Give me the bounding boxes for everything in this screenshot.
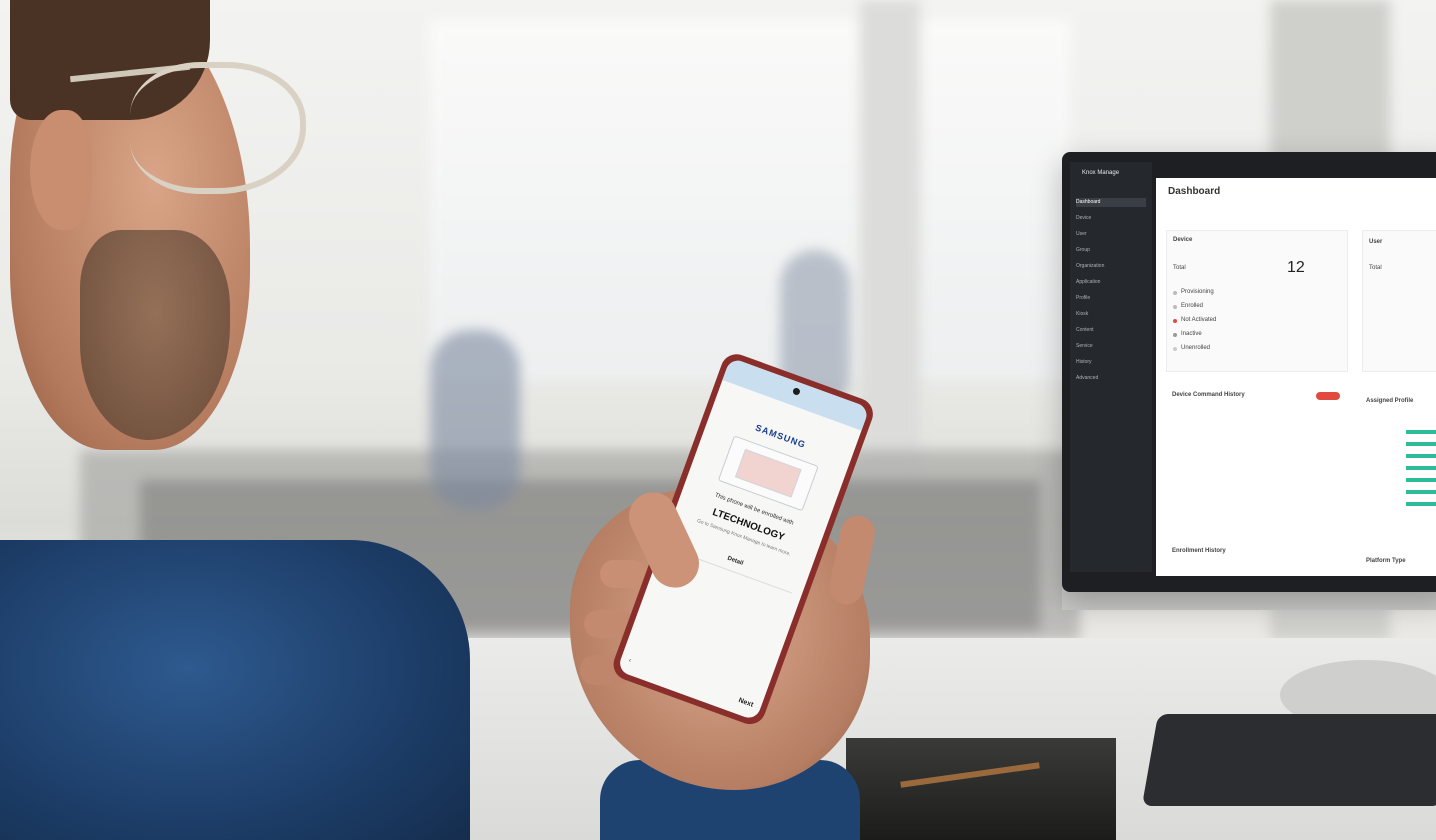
device-status: Inactive	[1181, 331, 1202, 337]
person-sweater	[0, 540, 470, 840]
device-total-label: Total	[1173, 265, 1186, 271]
profile-bar	[1406, 442, 1436, 446]
status-dot	[1173, 291, 1177, 295]
monitor-nav-item[interactable]: Service	[1076, 342, 1146, 351]
monitor-nav-item[interactable]: History	[1076, 358, 1146, 367]
profile-bar	[1406, 466, 1436, 470]
status-dot	[1173, 305, 1177, 309]
monitor-nav-item[interactable]: Device	[1076, 214, 1146, 223]
profile-bar	[1406, 490, 1436, 494]
back-button[interactable]: ‹	[628, 657, 633, 664]
device-status: Not Activated	[1181, 317, 1217, 323]
device-total-value: 12	[1287, 259, 1305, 276]
monitor-nav-item[interactable]: User	[1076, 230, 1146, 239]
profile-bar	[1406, 502, 1436, 506]
assigned-profile-title: Assigned Profile	[1366, 398, 1414, 404]
background-pillar	[860, 0, 920, 470]
device-section-title: Device	[1173, 237, 1193, 243]
profile-bar	[1406, 478, 1436, 482]
user-card: User Total	[1362, 230, 1436, 372]
laptop-icon	[734, 448, 802, 498]
background-window	[430, 20, 1070, 380]
monitor-nav-item[interactable]: Advanced	[1076, 374, 1146, 383]
phone-box	[846, 738, 1116, 840]
person-ear	[30, 110, 92, 230]
photo-scene: Knox Manage Dashboard Device User Group …	[0, 0, 1436, 840]
keyboard	[1141, 714, 1436, 806]
status-dot	[1173, 333, 1177, 337]
status-dot	[1173, 347, 1177, 351]
platform-type-title: Platform Type	[1366, 558, 1406, 564]
monitor-brand: Knox Manage	[1082, 170, 1120, 176]
dashboard-title: Dashboard	[1168, 186, 1221, 197]
monitor-nav-item[interactable]: Application	[1076, 278, 1146, 287]
device-status: Provisioning	[1181, 289, 1214, 295]
glasses	[130, 62, 306, 194]
monitor: Knox Manage Dashboard Device User Group …	[1062, 152, 1436, 592]
enrollment-history-title: Enrollment History	[1172, 548, 1226, 554]
monitor-nav-item[interactable]: Dashboard	[1076, 198, 1146, 207]
monitor-nav-item[interactable]: Organization	[1076, 262, 1146, 271]
history-title: Device Command History	[1172, 392, 1245, 398]
monitor-nav-item[interactable]: Profile	[1076, 294, 1146, 303]
monitor-sidebar: Knox Manage Dashboard Device User Group …	[1070, 162, 1152, 572]
monitor-nav-item[interactable]: Group	[1076, 246, 1146, 255]
alert-badge	[1316, 392, 1340, 400]
profile-bar	[1406, 454, 1436, 458]
device-card: Device Total 12 Provisioning Enrolled No…	[1166, 230, 1348, 372]
background-person	[430, 330, 520, 510]
device-status: Unenrolled	[1181, 345, 1211, 351]
status-dot	[1173, 319, 1177, 323]
user-total-label: Total	[1369, 265, 1382, 271]
user-section-title: User	[1369, 239, 1383, 245]
device-status: Enrolled	[1181, 303, 1204, 309]
profile-bar	[1406, 430, 1436, 434]
monitor-nav-item[interactable]: Kiosk	[1076, 310, 1146, 319]
monitor-nav-item[interactable]: Content	[1076, 326, 1146, 335]
monitor-dashboard: Dashboard Device Total 12 Provisioning E…	[1156, 178, 1436, 576]
next-button[interactable]: Next	[737, 697, 754, 709]
